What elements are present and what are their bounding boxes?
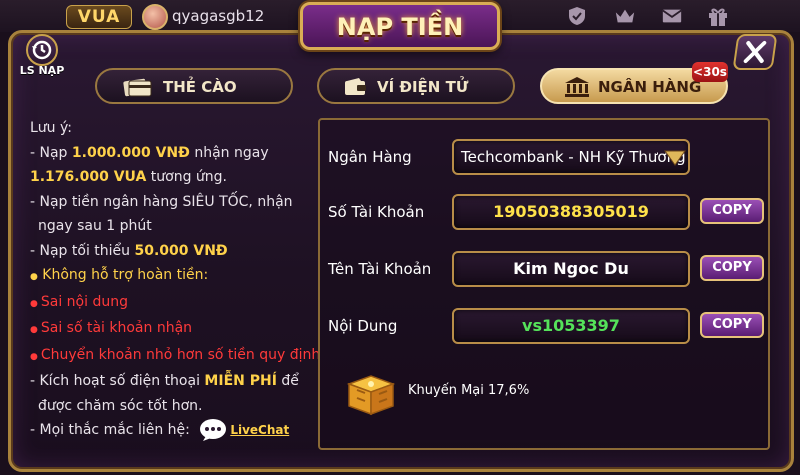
history-label: LS NẠP [19, 64, 65, 77]
bank-icon [565, 77, 589, 97]
deposit-history-button[interactable]: LS NẠP [14, 34, 66, 84]
note-line-5: - Nạp tối thiểu 50.000 VNĐ [30, 239, 316, 264]
note-1-pre: - Nạp [30, 144, 72, 161]
note-line-8: ● Sai số tài khoản nhận [30, 320, 193, 336]
copy-account-number-button[interactable]: COPY [700, 198, 764, 224]
note-10-post: để [276, 373, 299, 389]
crown-icon[interactable] [614, 6, 636, 26]
note-line-1: - Nạp 1.000.000 VNĐ nhận ngay [30, 141, 316, 166]
note-6-text: Không hỗ trợ hoàn tiền: [37, 267, 209, 283]
dialog-title-plate: NẠP TIỀN [300, 2, 500, 50]
notes-heading: Lưu ý: [30, 120, 72, 136]
chevron-down-icon[interactable] [664, 150, 686, 166]
note-10-free: MIỄN PHÍ [204, 373, 277, 389]
username: qyagasgb12 [172, 7, 265, 25]
livechat-link[interactable]: LiveChat [230, 423, 289, 437]
note-1-post: nhận ngay [189, 144, 269, 161]
tab-vi-dien-tu[interactable]: VÍ ĐIỆN TỬ [317, 68, 515, 104]
gift-icon[interactable] [707, 6, 729, 26]
note-5-pre: - Nạp tối thiểu [30, 242, 135, 259]
deposit-notes: Lưu ý: - Nạp 1.000.000 VNĐ nhận ngay 1.1… [30, 116, 321, 443]
dialog-title: NẠP TIỀN [336, 13, 464, 41]
note-9-text: Chuyển khoản nhỏ hơn số tiền quy định [40, 346, 321, 363]
vip-rank-badge: VUA [66, 5, 132, 29]
note-line-6: ● Không hỗ trợ hoàn tiền: [30, 263, 316, 290]
tab-the-cao[interactable]: THẺ CÀO [95, 68, 293, 104]
copy-account-name-button[interactable]: COPY [700, 255, 764, 281]
note-1-amount: 1.000.000 VNĐ [71, 144, 190, 161]
note-line-2: 1.176.000 VUA tương ứng. [30, 165, 316, 190]
transfer-content-label: Nội Dung [328, 317, 398, 335]
tab-the-cao-label: THẺ CÀO [163, 78, 237, 96]
timer-badge: <30s [692, 62, 728, 82]
note-2-post: tương ứng. [146, 169, 227, 185]
close-button[interactable] [732, 34, 778, 70]
promo-text: Khuyến Mại 17,6% [408, 383, 530, 398]
account-name-label: Tên Tài Khoản [328, 260, 432, 278]
note-8-text: Sai số tài khoản nhận [40, 320, 193, 336]
note-12-text: - Mọi thắc mắc liên hệ: [30, 422, 190, 438]
note-line-7: ● Sai nội dung [30, 293, 128, 310]
card-icon [123, 78, 152, 97]
mail-icon[interactable] [661, 6, 683, 26]
bank-select[interactable]: Techcombank - NH Kỹ Thương [452, 139, 690, 175]
transfer-content-field: vs1053397 [452, 308, 690, 344]
bank-label: Ngân Hàng [328, 148, 412, 166]
account-name-field: Kim Ngoc Du [452, 251, 690, 287]
note-line-9: ● Chuyển khoản nhỏ hơn số tiền quy định [30, 346, 321, 363]
avatar[interactable] [142, 4, 168, 30]
note-line-12: - Mọi thắc mắc liên hệ: LiveChat [30, 418, 316, 443]
copy-transfer-content-button[interactable]: COPY [700, 312, 764, 338]
note-line-3: - Nạp tiền ngân hàng SIÊU TỐC, nhận [30, 193, 293, 210]
note-2-amount: 1.176.000 VUA [30, 169, 147, 185]
close-icon [743, 41, 767, 63]
note-5-amount: 50.000 VNĐ [134, 242, 228, 259]
note-line-10: - Kích hoạt số điện thoại MIỄN PHÍ để [30, 369, 316, 394]
livechat-icon[interactable] [198, 418, 228, 442]
tab-vi-dien-tu-label: VÍ ĐIỆN TỬ [377, 78, 469, 96]
account-number-field: 19050388305019 [452, 194, 690, 230]
account-number-label: Số Tài Khoản [328, 203, 425, 221]
note-line-4: ngay sau 1 phút [38, 218, 152, 234]
note-line-11: được chăm sóc tốt hơn. [38, 397, 203, 414]
shield-icon[interactable] [566, 6, 588, 26]
note-6-bullet: ● [30, 272, 38, 282]
treasure-box-icon [346, 375, 396, 416]
tab-ngan-hang-label: NGÂN HÀNG [598, 78, 702, 96]
note-7-text: Sai nội dung [40, 293, 128, 310]
history-icon [26, 34, 58, 66]
note-10-pre: - Kích hoạt số điện thoại [30, 373, 205, 389]
wallet-icon [345, 78, 366, 95]
